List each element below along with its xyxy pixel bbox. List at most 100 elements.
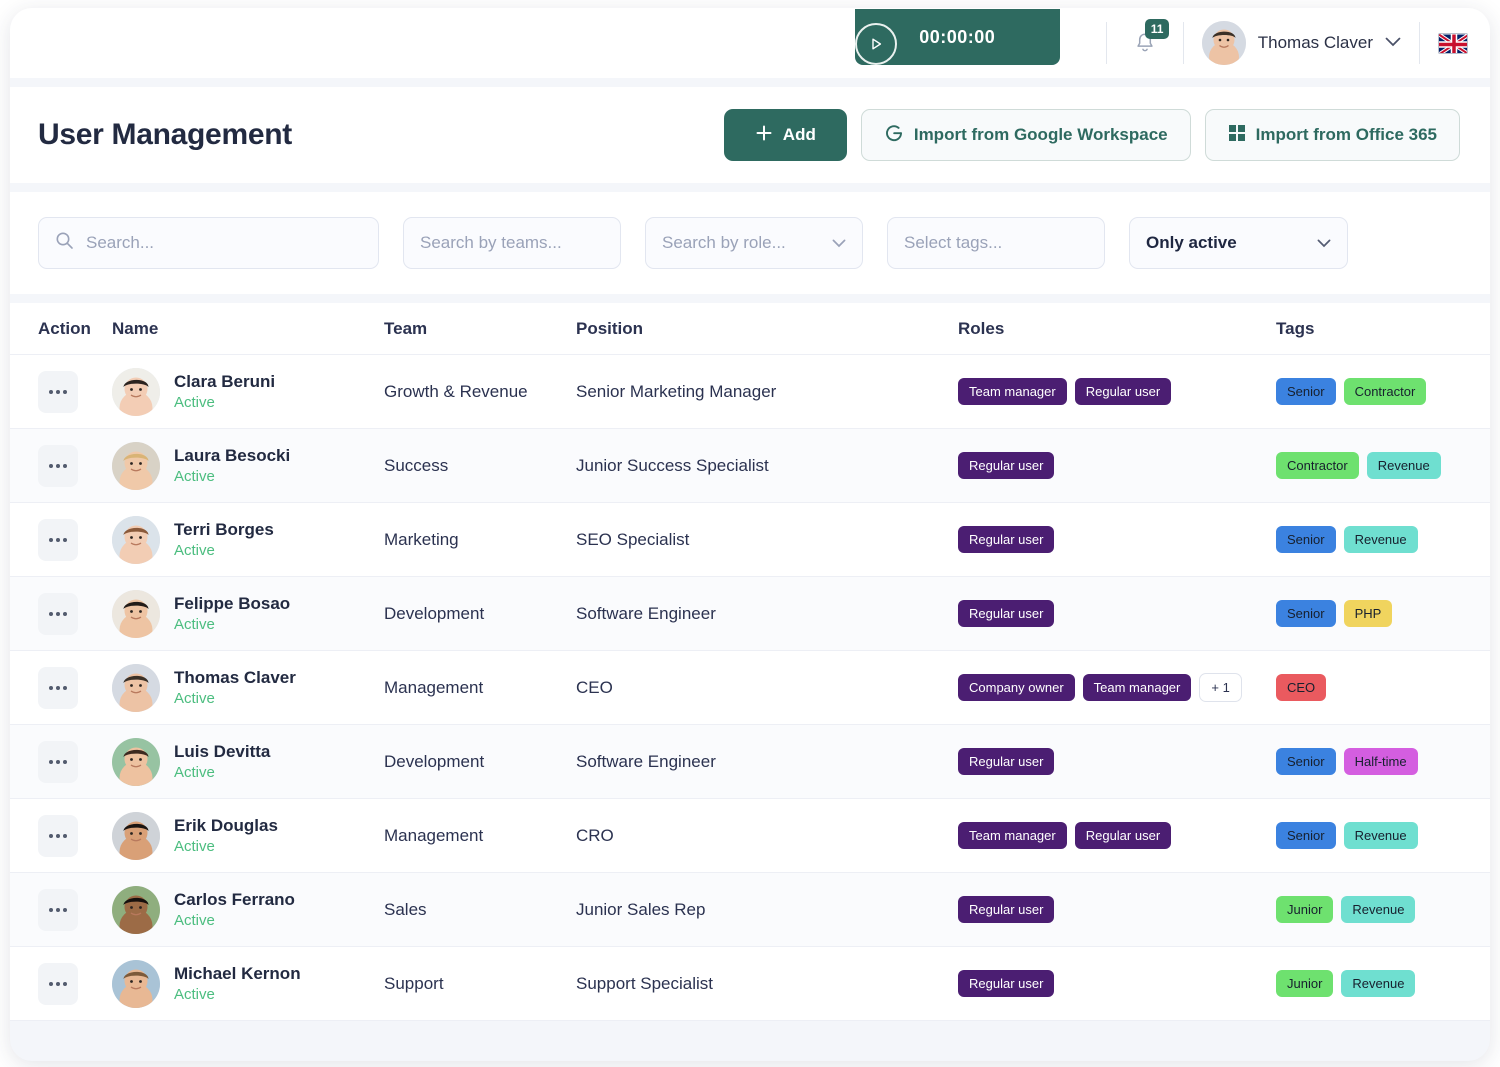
user-name: Carlos Ferrano: [174, 890, 295, 909]
uk-flag-icon[interactable]: [1438, 32, 1468, 54]
user-menu[interactable]: Thomas Claver: [1201, 21, 1401, 65]
status-filter-select[interactable]: Only active: [1129, 217, 1348, 269]
dot-icon: [49, 537, 53, 542]
dot-icon: [49, 389, 53, 394]
status-badge: Active: [174, 542, 215, 559]
row-actions-button[interactable]: [38, 592, 78, 635]
column-header-name: Name: [112, 318, 159, 338]
user-name: Clara Beruni: [174, 372, 276, 391]
dot-icon: [63, 463, 67, 468]
row-position-cell: Junior Success Specialist: [576, 455, 769, 475]
add-button[interactable]: Add: [723, 109, 847, 161]
row-roles-cell: Company owner Team manager + 1: [958, 673, 1276, 702]
tags-filter-input[interactable]: Select tags...: [887, 217, 1105, 269]
table-row[interactable]: Luis Devitta Active Development Software En…: [10, 725, 1490, 799]
row-team-cell: Growth & Revenue: [384, 381, 528, 401]
table-row[interactable]: Thomas Claver Active Management CEO Company …: [10, 651, 1490, 725]
teams-placeholder: Search by teams...: [420, 233, 562, 252]
teams-filter-input[interactable]: Search by teams...: [403, 217, 621, 269]
column-header-action: Action: [38, 318, 91, 338]
dot-icon: [56, 463, 60, 468]
role-badge: Regular user: [958, 452, 1055, 479]
status-badge: Active: [174, 764, 215, 781]
spacer: [10, 78, 1490, 87]
import-office365-button[interactable]: Import from Office 365: [1204, 109, 1460, 161]
row-actions-button[interactable]: [38, 888, 78, 931]
user-name: Felippe Bosao: [174, 594, 291, 613]
roles-overflow-badge[interactable]: + 1: [1199, 673, 1242, 702]
role-placeholder: Search by role...: [662, 233, 786, 252]
row-roles-cell: Regular user: [958, 452, 1276, 479]
role-badge: Regular user: [1074, 378, 1172, 405]
tag-badge: Revenue: [1366, 452, 1441, 479]
column-header-roles: Roles: [958, 318, 1005, 338]
row-position-cell: Junior Sales Rep: [576, 899, 706, 919]
row-actions-button[interactable]: [38, 814, 78, 857]
notifications-button[interactable]: 11: [1125, 19, 1170, 63]
table-row[interactable]: Laura Besocki Active Success Junior Success…: [10, 429, 1490, 503]
plus-icon: [755, 124, 773, 147]
table-row[interactable]: Erik Douglas Active Management CRO Team mana…: [10, 799, 1490, 873]
row-name-cell: Carlos Ferrano Active: [112, 885, 384, 934]
tag-badge: Half-time: [1343, 748, 1418, 775]
row-action-cell: [38, 444, 112, 487]
import-google-workspace-button[interactable]: Import from Google Workspace: [860, 109, 1191, 161]
status-badge: Active: [174, 690, 215, 707]
row-actions-button[interactable]: [38, 962, 78, 1005]
row-action-cell: [38, 962, 112, 1005]
play-icon[interactable]: [854, 23, 897, 65]
timer-widget[interactable]: 00:00:00: [854, 9, 1060, 71]
row-position-cell: Support Specialist: [576, 973, 714, 993]
search-input[interactable]: Search...: [38, 217, 379, 269]
header-actions: Add Import from Google Workspace Import …: [723, 109, 1460, 161]
table-row[interactable]: Carlos Ferrano Active Sales Junior Sales Re…: [10, 873, 1490, 947]
row-team-cell: Support: [384, 973, 444, 993]
search-placeholder: Search...: [86, 233, 155, 252]
column-header-tags: Tags: [1276, 318, 1315, 338]
tag-badge: Revenue: [1341, 896, 1416, 923]
dot-icon: [56, 981, 60, 986]
table-row[interactable]: Clara Beruni Active Growth & Revenue Senior…: [10, 355, 1490, 429]
app-window: 00:00:00 11 Thomas Claver User Managemen…: [10, 8, 1490, 1061]
row-roles-cell: Regular user: [958, 896, 1276, 923]
role-badge: Regular user: [958, 970, 1055, 997]
role-badge: Regular user: [958, 896, 1055, 923]
status-badge: Active: [174, 838, 215, 855]
dot-icon: [63, 981, 67, 986]
row-position-cell: Senior Marketing Manager: [576, 381, 777, 401]
avatar: [112, 515, 160, 564]
role-badge: Team manager: [958, 822, 1067, 849]
row-actions-button[interactable]: [38, 444, 78, 487]
row-tags-cell: Senior Revenue: [1276, 822, 1462, 849]
row-roles-cell: Team manager Regular user: [958, 822, 1276, 849]
row-name-cell: Thomas Claver Active: [112, 663, 384, 712]
table-body: Clara Beruni Active Growth & Revenue Senior…: [10, 355, 1490, 1021]
table-row[interactable]: Felippe Bosao Active Development Software E…: [10, 577, 1490, 651]
role-badge: Regular user: [958, 748, 1055, 775]
row-action-cell: [38, 592, 112, 635]
chevron-down-icon: [832, 233, 846, 253]
avatar: [1201, 21, 1246, 65]
avatar: [112, 663, 160, 712]
tag-badge: PHP: [1343, 600, 1393, 627]
row-actions-button[interactable]: [38, 740, 78, 783]
row-actions-button[interactable]: [38, 518, 78, 561]
table-row[interactable]: Michael Kernon Active Support Support Speci…: [10, 947, 1490, 1021]
tag-badge: Contractor: [1343, 378, 1427, 405]
search-icon: [55, 231, 74, 255]
row-position-cell: CEO: [576, 677, 613, 697]
row-team-cell: Marketing: [384, 529, 459, 549]
row-tags-cell: Contractor Revenue: [1276, 452, 1462, 479]
avatar: [112, 885, 160, 934]
role-badge: Company owner: [958, 674, 1075, 701]
timer-value: 00:00:00: [919, 26, 996, 47]
row-name-cell: Luis Devitta Active: [112, 737, 384, 786]
dot-icon: [56, 389, 60, 394]
row-team-cell: Sales: [384, 899, 427, 919]
role-filter-select[interactable]: Search by role...: [645, 217, 863, 269]
row-actions-button[interactable]: [38, 370, 78, 413]
table-row[interactable]: Terri Borges Active Marketing SEO Specialis…: [10, 503, 1490, 577]
dot-icon: [49, 685, 53, 690]
row-actions-button[interactable]: [38, 666, 78, 709]
dot-icon: [49, 759, 53, 764]
